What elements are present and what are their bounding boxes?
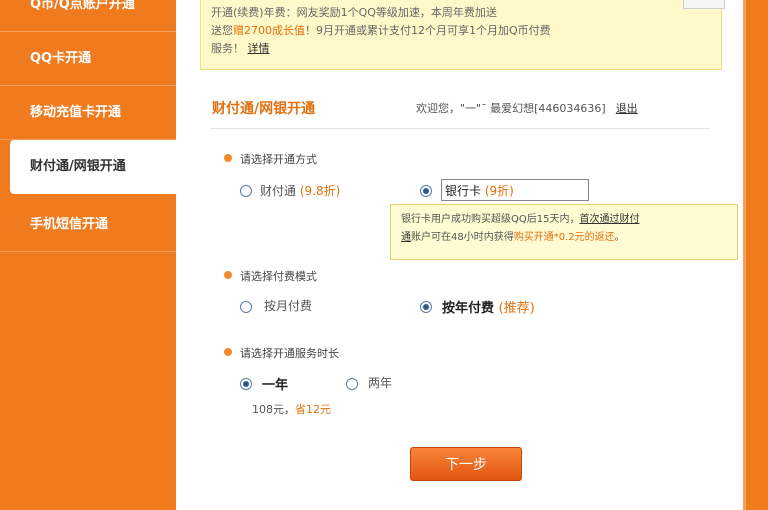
payment-heading: 请选择付费模式 [240, 270, 317, 283]
notice-text: 服务！ [211, 42, 244, 55]
method-heading: 请选择开通方式 [240, 153, 317, 166]
tooltip-text: 账户可在48小时内获得 [411, 232, 514, 243]
notice-line-1: 开通(续费)年费：网友奖励1个QQ等级加速，本周年费加送 [211, 6, 497, 19]
sidebar-item-qb-account[interactable]: Q币/Q点账户开通 [0, 0, 176, 32]
option-discount: (9.8折) [299, 184, 341, 198]
notice-text: 可享1个月加Q币付费 [447, 24, 551, 37]
option-yearly: 按年付费 (推荐) [442, 297, 535, 316]
tooltip-line-1: 银行卡用户成功购买超级QQ后15天内，首次通过财付 [401, 211, 727, 229]
sidebar-item-tenpay[interactable]: 财付通/网银开通 [10, 140, 176, 194]
radio-bank-card[interactable] [420, 185, 432, 197]
welcome-prefix: 欢迎您， [416, 102, 460, 115]
tooltip-link[interactable]: 首次通过财付 [579, 214, 639, 225]
price-summary: 108元，省12元 [252, 401, 331, 417]
option-monthly: 按月付费 [264, 299, 313, 313]
bullet-icon [224, 154, 232, 162]
promo-notice: 开通(续费)年费：网友奖励1个QQ等级加速，本周年费加送 送您赠2700成长值！… [200, 0, 722, 70]
option-discount: (9折) [484, 184, 514, 198]
radio-tenpay[interactable] [240, 185, 252, 197]
tooltip-text: 。 [614, 232, 625, 243]
page-title: 财付通/网银开通 [212, 101, 316, 117]
tooltip-highlight: 购买开通*0.2元的返还 [513, 232, 615, 243]
divider [210, 128, 710, 129]
tooltip-text: 银行卡用户成功购买超级QQ后15天内， [401, 214, 580, 225]
option-tenpay: 财付通 (9.8折) [260, 182, 340, 199]
notice-details-link[interactable]: 详情 [248, 42, 270, 55]
notice-close-button[interactable] [683, 0, 725, 9]
radio-one-year[interactable] [240, 378, 252, 390]
notice-text: 送您 [211, 24, 233, 37]
notice-text: ！9月开通或累计支付12个月 [305, 24, 447, 37]
next-button[interactable]: 下一步 [410, 447, 522, 481]
notice-line-3: 服务！ 详情 [211, 40, 711, 58]
radio-two-years[interactable] [346, 378, 358, 390]
option-label: 按年付费 [442, 301, 495, 316]
notice-highlight: 赠2700成长值 [233, 24, 305, 37]
bullet-icon [224, 271, 232, 279]
price-text: 108元， [252, 403, 295, 416]
option-bank-card[interactable]: 银行卡 (9折) [441, 179, 589, 201]
right-border [746, 0, 768, 510]
radio-yearly[interactable] [420, 301, 432, 313]
option-label: 财付通 [260, 184, 297, 198]
option-label: 银行卡 [445, 184, 482, 198]
logout-link[interactable]: 退出 [616, 102, 638, 115]
sidebar: Q币/Q点账户开通 QQ卡开通 移动充值卡开通 财付通/网银开通 手机短信开通 [0, 0, 176, 510]
duration-heading: 请选择开通服务时长 [240, 347, 339, 360]
radio-monthly[interactable] [240, 301, 252, 313]
tooltip-line-2: 通账户可在48小时内获得购买开通*0.2元的返还。 [401, 229, 727, 247]
savings-text: 省12元 [295, 403, 331, 416]
sidebar-item-mobile-card[interactable]: 移动充值卡开通 [0, 86, 176, 140]
welcome-text: 欢迎您，"一"ˉ 最爱幻想[446034636] 退出 [416, 100, 638, 116]
option-one-year: 一年 [262, 378, 289, 393]
bank-card-tooltip: 银行卡用户成功购买超级QQ后15天内，首次通过财付 通账户可在48小时内获得购买… [390, 204, 738, 260]
sidebar-item-qq-card[interactable]: QQ卡开通 [0, 32, 176, 86]
recommended-tag: (推荐) [498, 301, 535, 316]
username: "一"ˉ 最爱幻想[446034636] [460, 102, 606, 115]
sidebar-item-sms[interactable]: 手机短信开通 [0, 198, 176, 252]
bullet-icon [224, 348, 232, 356]
option-two-years: 两年 [368, 376, 393, 390]
tooltip-link[interactable]: 通 [401, 232, 411, 243]
notice-line-2: 送您赠2700成长值！9月开通或累计支付12个月可享1个月加Q币付费 [211, 22, 711, 40]
